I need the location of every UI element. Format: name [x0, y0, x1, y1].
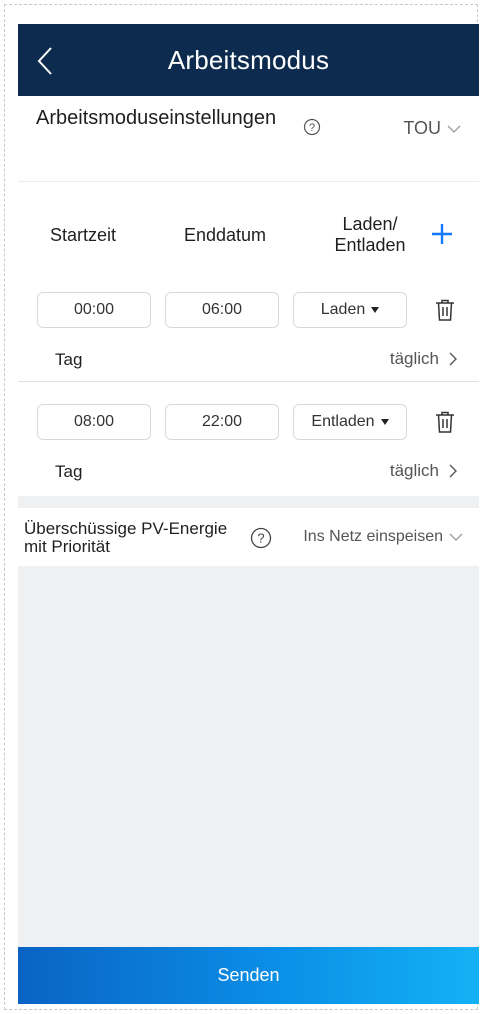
start-time-header: Startzeit — [50, 225, 117, 245]
app-screen: Arbeitsmodus Arbeitsmoduseinstellungen ?… — [18, 24, 479, 1004]
end-time-field[interactable]: 06:00 — [165, 292, 279, 328]
add-schedule-button[interactable] — [428, 220, 456, 248]
send-label: Senden — [217, 965, 280, 985]
work-mode-label: Arbeitsmoduseinstellungen — [36, 107, 277, 129]
help-icon[interactable]: ? — [250, 527, 272, 549]
help-icon[interactable]: ? — [301, 116, 323, 138]
chevron-down-icon — [447, 125, 461, 133]
svg-text:?: ? — [309, 122, 315, 134]
mode-value: Entladen — [311, 413, 375, 430]
end-time-field[interactable]: 22:00 — [165, 404, 279, 440]
mode-dropdown[interactable]: Entladen — [293, 404, 407, 440]
mode-value: Laden — [320, 301, 366, 318]
repeat-value: täglich — [389, 461, 439, 480]
end-date-header: Enddatum — [184, 225, 267, 245]
start-time-value: 00:00 — [73, 301, 115, 318]
work-mode-select[interactable]: TOU — [403, 118, 461, 139]
surplus-pv-row: Überschüssige PV-Energie mit Priorität ?… — [18, 508, 479, 566]
surplus-pv-select[interactable]: Ins Netz einspeisen — [303, 528, 463, 546]
day-label: Tag — [55, 350, 83, 369]
start-time-field[interactable]: 00:00 — [37, 292, 151, 328]
end-time-value: 22:00 — [201, 413, 243, 430]
charge-discharge-header: Laden/ Entladen — [334, 214, 406, 255]
page-title: Arbeitsmodus — [167, 45, 330, 75]
caret-down-icon — [380, 419, 389, 425]
caret-down-icon — [371, 307, 380, 313]
repeat-selector[interactable]: täglich — [390, 461, 457, 481]
schedule-item: 00:00 06:00 Laden Tag täglich — [18, 268, 479, 382]
day-label: Tag — [55, 462, 83, 481]
surplus-pv-value: Ins Netz einspeisen — [303, 528, 443, 545]
start-time-field[interactable]: 08:00 — [37, 404, 151, 440]
repeat-selector[interactable]: täglich — [390, 349, 457, 369]
chevron-right-icon — [449, 464, 457, 478]
send-button[interactable]: Senden — [18, 947, 479, 1004]
end-time-value: 06:00 — [201, 301, 243, 318]
delete-button[interactable] — [434, 409, 456, 435]
surplus-pv-label: Überschüssige PV-Energie mit Priorität — [24, 519, 228, 556]
repeat-value: täglich — [389, 349, 439, 368]
schedule-column-header: Startzeit Enddatum Laden/ Entladen — [18, 182, 479, 268]
schedule-item: 08:00 22:00 Entladen Tag täglich — [18, 382, 479, 496]
work-mode-value: TOU — [403, 118, 441, 138]
mode-dropdown[interactable]: Laden — [293, 292, 407, 328]
trash-icon — [436, 411, 454, 433]
chevron-right-icon — [449, 352, 457, 366]
chevron-down-icon — [449, 533, 463, 541]
header-bar: Arbeitsmodus — [18, 24, 479, 96]
work-mode-row: Arbeitsmoduseinstellungen ? TOU — [18, 96, 479, 182]
trash-icon — [436, 299, 454, 321]
delete-button[interactable] — [434, 297, 456, 323]
start-time-value: 08:00 — [73, 413, 115, 430]
plus-icon — [432, 224, 452, 244]
svg-text:?: ? — [257, 531, 264, 546]
